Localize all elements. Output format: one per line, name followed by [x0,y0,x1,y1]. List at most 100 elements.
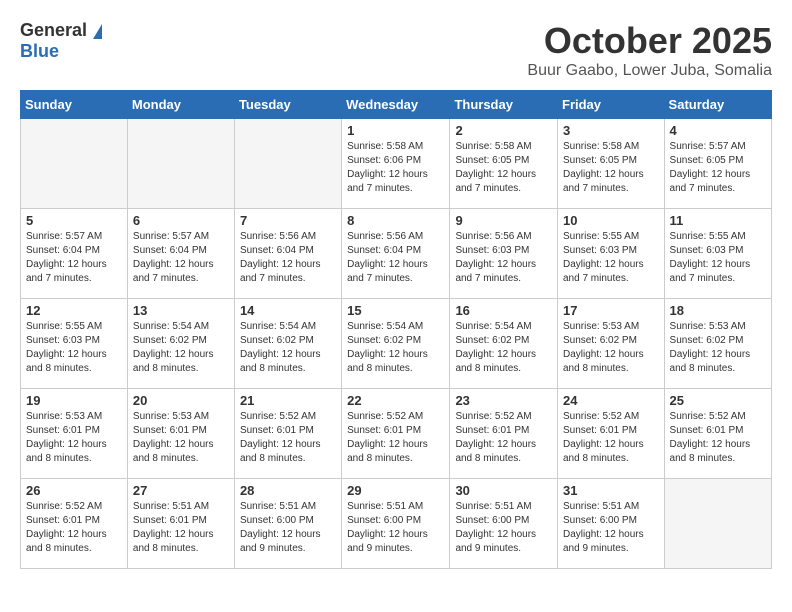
day-number: 26 [26,483,122,498]
day-info: Sunrise: 5:52 AM Sunset: 6:01 PM Dayligh… [347,410,444,466]
day-info: Sunrise: 5:56 AM Sunset: 6:04 PM Dayligh… [240,230,336,286]
header-wednesday: Wednesday [342,91,450,119]
day-cell-2-6: 18 Sunrise: 5:53 AM Sunset: 6:02 PM Dayli… [664,299,771,389]
day-cell-4-5: 31 Sunrise: 5:51 AM Sunset: 6:00 PM Dayli… [558,479,665,569]
day-info: Sunrise: 5:51 AM Sunset: 6:00 PM Dayligh… [455,500,552,556]
day-number: 5 [26,213,122,228]
day-number: 11 [670,213,766,228]
day-number: 4 [670,123,766,138]
day-number: 19 [26,393,122,408]
day-cell-2-1: 13 Sunrise: 5:54 AM Sunset: 6:02 PM Dayli… [127,299,234,389]
day-number: 27 [133,483,229,498]
day-number: 14 [240,303,336,318]
day-cell-0-1 [127,119,234,209]
day-info: Sunrise: 5:54 AM Sunset: 6:02 PM Dayligh… [133,320,229,376]
calendar-table: Sunday Monday Tuesday Wednesday Thursday… [20,90,772,569]
day-cell-2-0: 12 Sunrise: 5:55 AM Sunset: 6:03 PM Dayli… [21,299,128,389]
day-number: 24 [563,393,659,408]
day-cell-0-4: 2 Sunrise: 5:58 AM Sunset: 6:05 PM Daylig… [450,119,558,209]
day-number: 31 [563,483,659,498]
page-header: General Blue October 2025 Buur Gaabo, Lo… [20,20,772,80]
day-info: Sunrise: 5:58 AM Sunset: 6:05 PM Dayligh… [455,140,552,196]
day-info: Sunrise: 5:52 AM Sunset: 6:01 PM Dayligh… [670,410,766,466]
calendar-header-row: Sunday Monday Tuesday Wednesday Thursday… [21,91,772,119]
day-number: 25 [670,393,766,408]
logo-blue-text: Blue [20,41,59,61]
day-number: 30 [455,483,552,498]
day-info: Sunrise: 5:57 AM Sunset: 6:04 PM Dayligh… [26,230,122,286]
day-number: 29 [347,483,444,498]
day-number: 13 [133,303,229,318]
header-sunday: Sunday [21,91,128,119]
day-cell-3-1: 20Sunrise: 5:53 AM Sunset: 6:01 PM Dayli… [127,389,234,479]
day-info: Sunrise: 5:55 AM Sunset: 6:03 PM Dayligh… [563,230,659,286]
day-info: Sunrise: 5:54 AM Sunset: 6:02 PM Dayligh… [240,320,336,376]
logo: General Blue [20,20,102,62]
day-number: 21 [240,393,336,408]
week-row-3: 12 Sunrise: 5:55 AM Sunset: 6:03 PM Dayli… [21,299,772,389]
day-info: Sunrise: 5:58 AM Sunset: 6:05 PM Dayligh… [563,140,659,196]
day-info: Sunrise: 5:51 AM Sunset: 6:01 PM Dayligh… [133,500,229,556]
day-number: 18 [670,303,766,318]
day-cell-1-4: 9 Sunrise: 5:56 AM Sunset: 6:03 PM Daylig… [450,209,558,299]
day-info: Sunrise: 5:52 AM Sunset: 6:01 PM Dayligh… [240,410,336,466]
day-cell-0-3: 1Sunrise: 5:58 AM Sunset: 6:06 PM Daylig… [342,119,450,209]
day-number: 22 [347,393,444,408]
day-number: 23 [455,393,552,408]
day-info: Sunrise: 5:52 AM Sunset: 6:01 PM Dayligh… [26,500,122,556]
day-info: Sunrise: 5:55 AM Sunset: 6:03 PM Dayligh… [26,320,122,376]
day-cell-1-6: 11 Sunrise: 5:55 AM Sunset: 6:03 PM Dayli… [664,209,771,299]
day-number: 20 [133,393,229,408]
day-info: Sunrise: 5:53 AM Sunset: 6:02 PM Dayligh… [670,320,766,376]
day-cell-4-3: 29 Sunrise: 5:51 AM Sunset: 6:00 PM Dayli… [342,479,450,569]
day-info: Sunrise: 5:51 AM Sunset: 6:00 PM Dayligh… [240,500,336,556]
day-info: Sunrise: 5:51 AM Sunset: 6:00 PM Dayligh… [563,500,659,556]
day-info: Sunrise: 5:57 AM Sunset: 6:05 PM Dayligh… [670,140,766,196]
day-info: Sunrise: 5:54 AM Sunset: 6:02 PM Dayligh… [455,320,552,376]
week-row-2: 5 Sunrise: 5:57 AM Sunset: 6:04 PM Daylig… [21,209,772,299]
header-monday: Monday [127,91,234,119]
title-section: October 2025 Buur Gaabo, Lower Juba, Som… [527,20,772,80]
day-cell-3-2: 21 Sunrise: 5:52 AM Sunset: 6:01 PM Dayli… [234,389,341,479]
day-cell-1-1: 6Sunrise: 5:57 AM Sunset: 6:04 PM Daylig… [127,209,234,299]
day-cell-4-4: 30 Sunrise: 5:51 AM Sunset: 6:00 PM Dayli… [450,479,558,569]
day-cell-1-3: 8 Sunrise: 5:56 AM Sunset: 6:04 PM Daylig… [342,209,450,299]
day-info: Sunrise: 5:52 AM Sunset: 6:01 PM Dayligh… [455,410,552,466]
day-number: 17 [563,303,659,318]
day-number: 9 [455,213,552,228]
day-cell-1-0: 5 Sunrise: 5:57 AM Sunset: 6:04 PM Daylig… [21,209,128,299]
day-number: 2 [455,123,552,138]
day-number: 7 [240,213,336,228]
day-info: Sunrise: 5:53 AM Sunset: 6:02 PM Dayligh… [563,320,659,376]
day-number: 8 [347,213,444,228]
day-number: 6 [133,213,229,228]
header-thursday: Thursday [450,91,558,119]
day-cell-3-3: 22 Sunrise: 5:52 AM Sunset: 6:01 PM Dayli… [342,389,450,479]
day-cell-0-2 [234,119,341,209]
day-cell-4-2: 28Sunrise: 5:51 AM Sunset: 6:00 PM Dayli… [234,479,341,569]
header-friday: Friday [558,91,665,119]
day-cell-1-2: 7 Sunrise: 5:56 AM Sunset: 6:04 PM Daylig… [234,209,341,299]
day-cell-3-4: 23 Sunrise: 5:52 AM Sunset: 6:01 PM Dayli… [450,389,558,479]
day-info: Sunrise: 5:56 AM Sunset: 6:04 PM Dayligh… [347,230,444,286]
day-number: 12 [26,303,122,318]
day-cell-0-6: 4 Sunrise: 5:57 AM Sunset: 6:05 PM Daylig… [664,119,771,209]
day-cell-2-3: 15Sunrise: 5:54 AM Sunset: 6:02 PM Dayli… [342,299,450,389]
day-info: Sunrise: 5:52 AM Sunset: 6:01 PM Dayligh… [563,410,659,466]
week-row-1: 1Sunrise: 5:58 AM Sunset: 6:06 PM Daylig… [21,119,772,209]
logo-triangle-icon [93,24,102,39]
header-tuesday: Tuesday [234,91,341,119]
day-cell-2-5: 17 Sunrise: 5:53 AM Sunset: 6:02 PM Dayli… [558,299,665,389]
day-info: Sunrise: 5:55 AM Sunset: 6:03 PM Dayligh… [670,230,766,286]
location-subtitle: Buur Gaabo, Lower Juba, Somalia [527,62,772,80]
day-number: 3 [563,123,659,138]
day-info: Sunrise: 5:56 AM Sunset: 6:03 PM Dayligh… [455,230,552,286]
day-cell-3-5: 24 Sunrise: 5:52 AM Sunset: 6:01 PM Dayli… [558,389,665,479]
month-title: October 2025 [527,20,772,62]
day-info: Sunrise: 5:53 AM Sunset: 6:01 PM Dayligh… [26,410,122,466]
day-cell-4-1: 27 Sunrise: 5:51 AM Sunset: 6:01 PM Dayli… [127,479,234,569]
header-saturday: Saturday [664,91,771,119]
day-info: Sunrise: 5:51 AM Sunset: 6:00 PM Dayligh… [347,500,444,556]
logo-general-text: General [20,20,87,41]
day-cell-3-6: 25 Sunrise: 5:52 AM Sunset: 6:01 PM Dayli… [664,389,771,479]
